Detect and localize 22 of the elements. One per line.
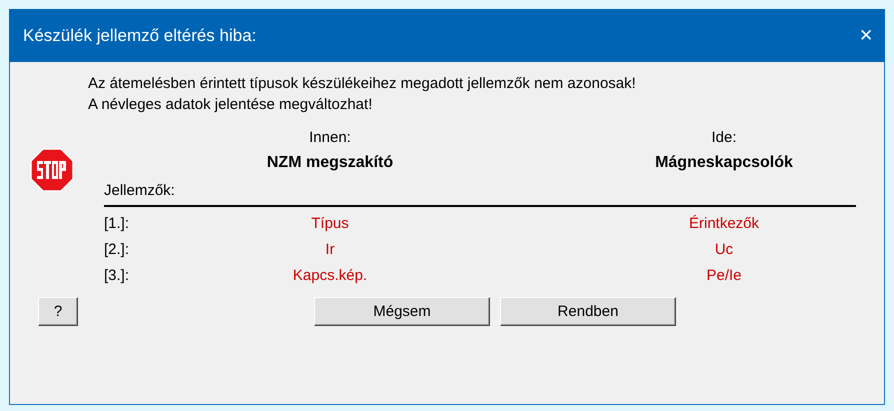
row-index: [1.]:: [104, 214, 130, 234]
message-text: Az átemelésben érintett típusok készülékeihez megadott jellemzők nem azonosak!: [88, 75, 637, 92]
target-name: Mágneskapcsolók: [654, 154, 794, 172]
message-text: A névleges adatok jelentése megváltozhat!: [88, 96, 374, 113]
column-heading: Ide:: [710, 129, 738, 146]
table-cell-text: Kapcs.kép.: [292, 266, 368, 286]
column-heading: Innen:: [308, 129, 352, 146]
table-cell-text: Pe/Ie: [705, 266, 743, 286]
close-icon[interactable]: ✕: [859, 25, 873, 46]
properties-label: Jellemzők:: [104, 182, 176, 199]
row-index: [2.]:: [104, 240, 130, 260]
help-button[interactable]: ?: [38, 297, 78, 326]
table-cell-text: Érintkezők: [688, 214, 760, 234]
stop-sign-icon: [30, 148, 74, 192]
ok-button[interactable]: Rendben: [500, 297, 676, 326]
row-index: [3.]:: [104, 266, 130, 286]
window-title: Készülék jellemző eltérés hiba:: [23, 26, 256, 46]
table-cell-text: Ir: [324, 240, 336, 260]
table-cell-text: Uc: [714, 240, 734, 260]
source-name: NZM megszakító: [266, 154, 394, 172]
cancel-button[interactable]: Mégsem: [314, 297, 490, 326]
table-cell-text: Típus: [310, 214, 350, 234]
